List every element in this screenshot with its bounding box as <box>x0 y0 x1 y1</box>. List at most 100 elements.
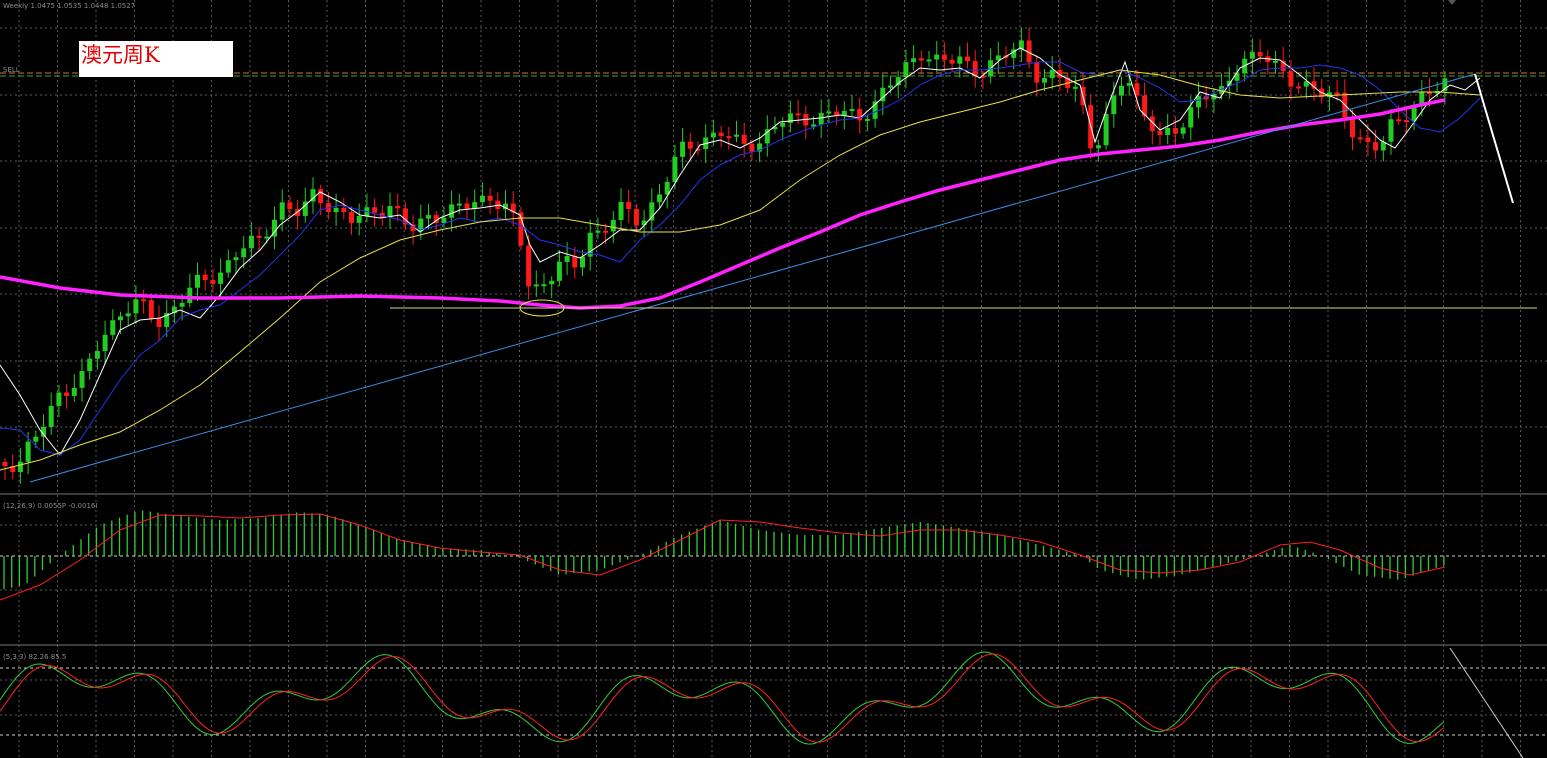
moving-average-lines <box>0 47 1481 471</box>
candle-body <box>556 261 562 281</box>
candle-body <box>864 118 870 121</box>
candle-body <box>472 202 478 209</box>
candle-body <box>1111 95 1117 115</box>
candle-body <box>741 134 747 144</box>
candle-body <box>926 59 932 62</box>
candle-body <box>426 215 431 219</box>
candle-body <box>911 58 917 63</box>
stoch-projection-line <box>1449 647 1524 758</box>
candle-body <box>210 280 216 284</box>
candle-body <box>633 208 639 226</box>
candle-body <box>672 156 678 182</box>
candle-body <box>148 300 154 319</box>
candle-body <box>941 54 947 60</box>
candle-body <box>87 358 93 372</box>
candle-body <box>94 351 100 359</box>
candle-body <box>918 58 924 61</box>
candle-body <box>1249 52 1255 59</box>
candle-body <box>1257 52 1263 57</box>
candle-body <box>888 85 893 88</box>
chart-annotation-title: 澳元周K <box>81 43 160 67</box>
candle-body <box>441 217 447 223</box>
candle-body <box>710 132 716 138</box>
candle-body <box>549 280 555 285</box>
candle-body <box>533 284 539 287</box>
candle-body <box>218 272 224 284</box>
ma-long-line <box>0 98 1446 310</box>
candle-body <box>1095 145 1101 149</box>
chart-grid <box>0 0 1547 758</box>
candle-body <box>734 134 739 137</box>
ma-slow-line <box>0 69 1481 471</box>
candle-body <box>56 392 62 406</box>
price-scale-arrow-icon[interactable] <box>1448 0 1456 5</box>
candle-body <box>349 212 354 223</box>
candle-body <box>1157 131 1163 135</box>
candle-body <box>464 203 470 209</box>
candle-body <box>718 132 724 137</box>
ma-fast-line <box>0 47 1481 456</box>
candle-body <box>318 189 324 204</box>
candle-body <box>33 436 39 442</box>
candle-body <box>795 113 801 116</box>
stoch-signal-line <box>0 653 1445 743</box>
candle-body <box>1288 71 1294 87</box>
bearish-projection-line <box>1474 73 1514 204</box>
candle-body <box>1119 85 1124 96</box>
candle-body <box>248 235 254 249</box>
macd-indicator[interactable] <box>0 510 1446 601</box>
candle-body <box>1042 78 1047 83</box>
candle-body <box>957 56 963 64</box>
candle-body <box>603 230 609 233</box>
price-level-lines <box>0 72 1547 736</box>
uptrend-line <box>29 73 1476 483</box>
candle-body <box>1165 127 1171 135</box>
candle-body <box>572 255 578 268</box>
candle-body <box>241 248 247 258</box>
candle-body <box>1196 96 1201 108</box>
candle-body <box>749 143 755 152</box>
candle-body <box>17 461 23 472</box>
candle-body <box>356 216 362 223</box>
candle-body <box>1373 142 1379 151</box>
candle-body <box>1334 92 1340 95</box>
candle-body <box>118 316 123 321</box>
trading-chart[interactable]: Weekly 1.0475 1.0535 1.0448 1.0527 (12,2… <box>0 0 1547 758</box>
candle-body <box>626 201 632 209</box>
candle-body <box>564 255 570 262</box>
candle-body <box>1103 114 1109 146</box>
candle-body <box>264 236 270 239</box>
candle-body <box>1388 119 1394 142</box>
candle-body <box>903 62 909 78</box>
candle-body <box>233 257 239 261</box>
stoch-main-line <box>0 651 1445 745</box>
candle-body <box>541 284 547 287</box>
candle-body <box>1188 107 1194 128</box>
candle-body <box>1403 120 1409 123</box>
candle-body <box>1273 60 1278 63</box>
candlestick-series[interactable] <box>2 27 1448 484</box>
candle-body <box>287 202 293 210</box>
candle-body <box>256 235 262 238</box>
candle-body <box>680 141 686 157</box>
candle-body <box>1049 69 1055 79</box>
candle-body <box>1296 86 1302 89</box>
stochastic-indicator[interactable] <box>0 651 1445 745</box>
candle-body <box>657 194 662 203</box>
candle-body <box>1357 137 1363 140</box>
drawing-objects[interactable] <box>29 73 1537 758</box>
candle-body <box>25 441 31 462</box>
candle-body <box>1180 127 1186 134</box>
candle-body <box>934 54 940 60</box>
ma-mid-line <box>0 61 1481 456</box>
candle-body <box>595 230 601 233</box>
main-pane-header: Weekly 1.0475 1.0535 1.0448 1.0527 <box>3 2 135 10</box>
candle-body <box>79 371 85 388</box>
candle-body <box>48 405 54 427</box>
candle-body <box>618 201 624 221</box>
macd-pane-header: (12,26,9) 0.0055P -0.0016I <box>3 502 97 510</box>
chart-annotation-box[interactable]: 澳元周K <box>79 41 233 77</box>
candle-body <box>965 56 970 62</box>
candle-body <box>125 313 131 317</box>
candle-body <box>333 207 339 213</box>
